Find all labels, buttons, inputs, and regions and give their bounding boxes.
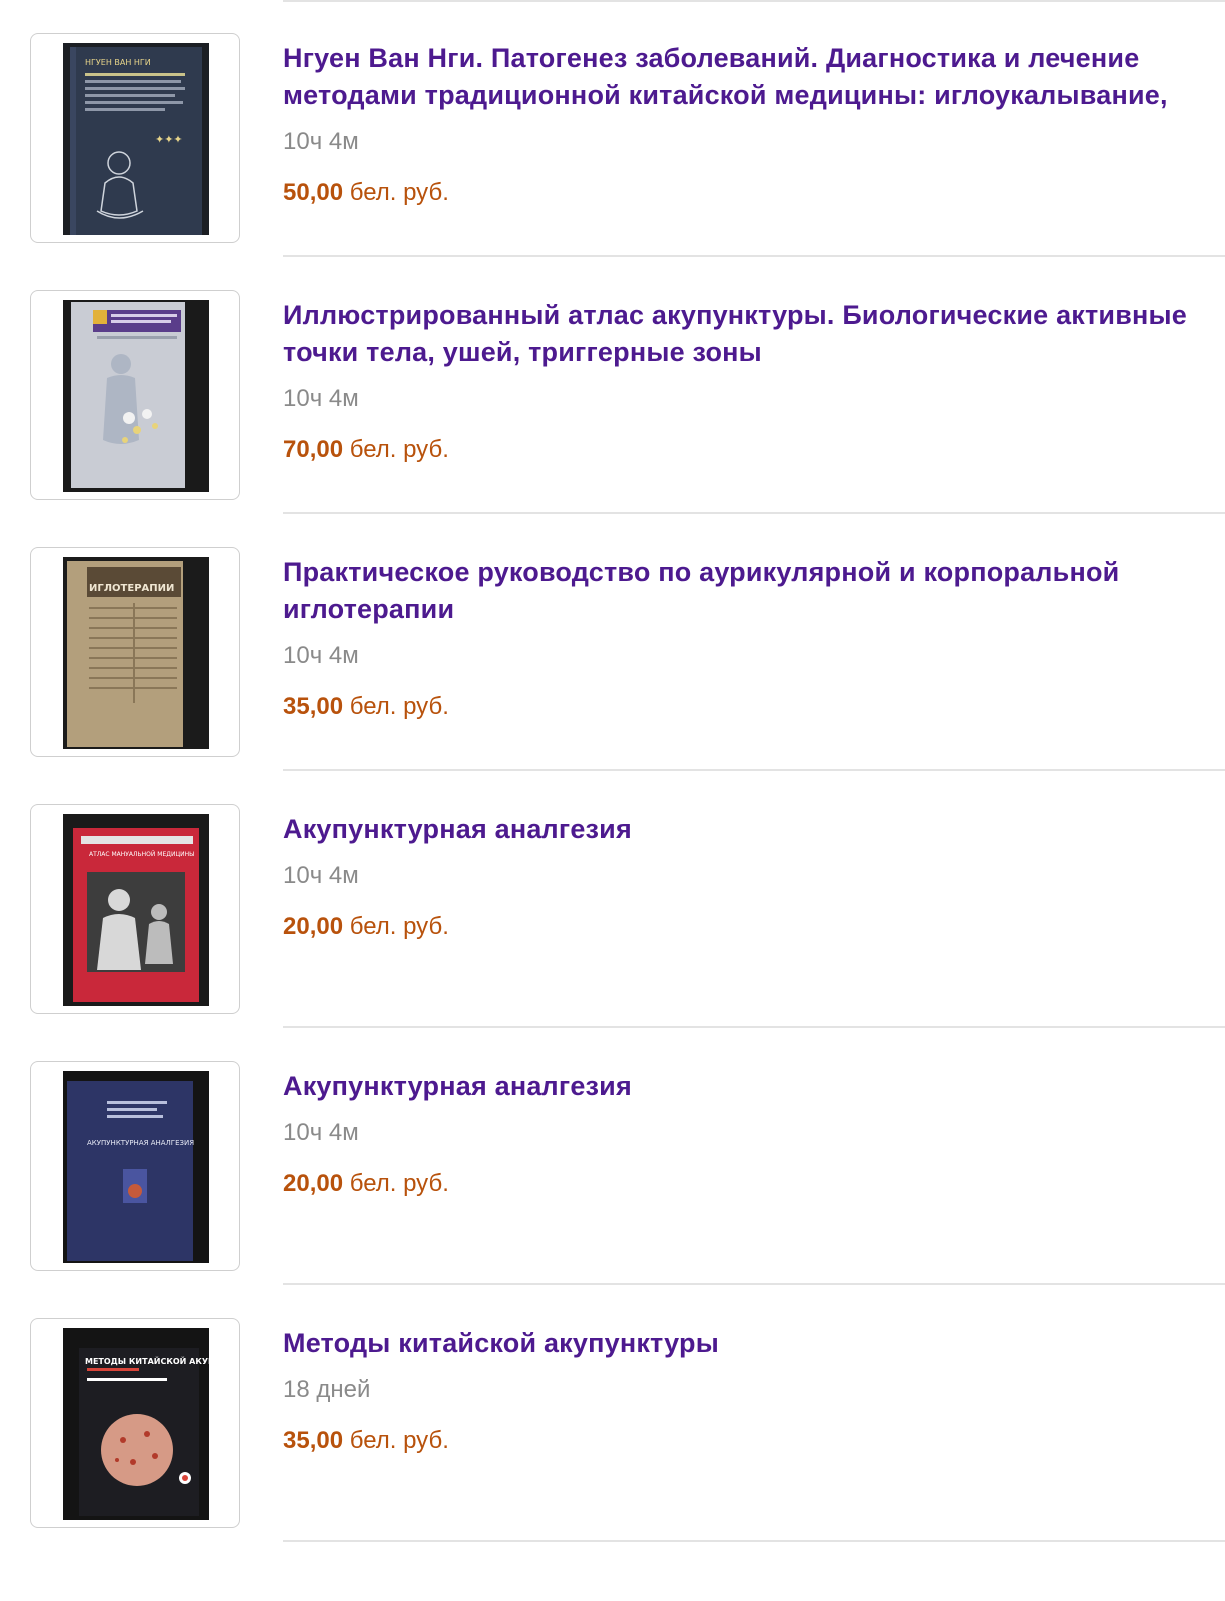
listing-title-link[interactable]: Акупунктурная аналгезия (283, 1068, 1225, 1105)
listing-details: Акупунктурная аналгезия 10ч 4м 20,00 бел… (283, 811, 1225, 942)
listing-item[interactable]: НГУЕН ВАН НГИ ✦✦✦ Нгуен Ван Нги. Патоген… (0, 0, 1225, 257)
svg-text:✦✦✦: ✦✦✦ (155, 133, 183, 146)
listing-title-link[interactable]: Методы китайской акупунктуры (283, 1325, 1225, 1362)
listing-divider (283, 1540, 1225, 1542)
listing-thumbnail[interactable]: НГУЕН ВАН НГИ ✦✦✦ (30, 33, 240, 243)
book-cover-photo (63, 300, 209, 492)
book-cover-photo: НГУЕН ВАН НГИ ✦✦✦ (63, 43, 209, 235)
listing-price: 20,00 бел. руб. (283, 912, 1225, 942)
price-currency: бел. руб. (349, 179, 449, 206)
listing-title-link[interactable]: Практическое руководство по аурикулярной… (283, 554, 1225, 628)
listing-time-left: 10ч 4м (283, 385, 359, 412)
svg-text:АКУПУНКТУРНАЯ АНАЛГЕЗИЯ: АКУПУНКТУРНАЯ АНАЛГЕЗИЯ (87, 1139, 194, 1147)
price-currency: бел. руб. (349, 436, 449, 463)
svg-text:НГУЕН ВАН НГИ: НГУЕН ВАН НГИ (85, 58, 151, 67)
price-currency: бел. руб. (349, 1170, 449, 1197)
listing-title-link[interactable]: Иллюстрированный атлас акупунктуры. Биол… (283, 297, 1225, 371)
listing-thumbnail[interactable] (30, 290, 240, 500)
listing-thumbnail[interactable]: ИГЛОТЕРАПИИ (30, 547, 240, 757)
listing-details: Акупунктурная аналгезия 10ч 4м 20,00 бел… (283, 1068, 1225, 1199)
listing-time-left: 10ч 4м (283, 1119, 359, 1146)
price-amount: 70,00 (283, 436, 344, 463)
svg-text:ИГЛОТЕРАПИИ: ИГЛОТЕРАПИИ (89, 583, 174, 594)
listing-time-left: 10ч 4м (283, 128, 359, 155)
listing-price: 35,00 бел. руб. (283, 692, 1225, 722)
price-amount: 20,00 (283, 913, 344, 940)
listing-details: Иллюстрированный атлас акупунктуры. Биол… (283, 297, 1225, 465)
listing-price: 20,00 бел. руб. (283, 1169, 1225, 1199)
price-amount: 50,00 (283, 179, 344, 206)
listing-thumbnail[interactable]: МЕТОДЫ КИТАЙСКОЙ АКУПУНКТУРЫ (30, 1318, 240, 1528)
book-cover-photo: МЕТОДЫ КИТАЙСКОЙ АКУПУНКТУРЫ (63, 1328, 209, 1520)
book-cover-photo: ИГЛОТЕРАПИИ (63, 557, 209, 749)
listing-item[interactable]: АКУПУНКТУРНАЯ АНАЛГЕЗИЯ Акупунктурная ан… (0, 1028, 1225, 1285)
listing-time-left: 10ч 4м (283, 862, 359, 889)
book-cover-photo: АКУПУНКТУРНАЯ АНАЛГЕЗИЯ (63, 1071, 209, 1263)
listing-time-left: 18 дней (283, 1376, 371, 1403)
book-cover-photo: АТЛАС МАНУАЛЬНОЙ МЕДИЦИНЫ (63, 814, 209, 1006)
listing-thumbnail[interactable]: АКУПУНКТУРНАЯ АНАЛГЕЗИЯ (30, 1061, 240, 1271)
listing-item[interactable]: ИГЛОТЕРАПИИ Практическое руководство по … (0, 514, 1225, 771)
svg-text:МЕТОДЫ КИТАЙСКОЙ АКУПУНКТУРЫ: МЕТОДЫ КИТАЙСКОЙ АКУПУНКТУРЫ (85, 1355, 209, 1366)
listing-time-left: 10ч 4м (283, 642, 359, 669)
listing-item[interactable]: МЕТОДЫ КИТАЙСКОЙ АКУПУНКТУРЫ Методы кита… (0, 1285, 1225, 1542)
listing-item[interactable]: Иллюстрированный атлас акупунктуры. Биол… (0, 257, 1225, 514)
listing-price: 50,00 бел. руб. (283, 178, 1225, 208)
price-amount: 35,00 (283, 693, 344, 720)
price-currency: бел. руб. (349, 693, 449, 720)
search-results-list: НГУЕН ВАН НГИ ✦✦✦ Нгуен Ван Нги. Патоген… (0, 0, 1225, 1542)
listing-item[interactable]: АТЛАС МАНУАЛЬНОЙ МЕДИЦИНЫ Акупунктурная … (0, 771, 1225, 1028)
listing-price: 70,00 бел. руб. (283, 435, 1225, 465)
price-amount: 35,00 (283, 1427, 344, 1454)
price-amount: 20,00 (283, 1170, 344, 1197)
price-currency: бел. руб. (349, 913, 449, 940)
svg-text:АТЛАС МАНУАЛЬНОЙ МЕДИЦИНЫ: АТЛАС МАНУАЛЬНОЙ МЕДИЦИНЫ (89, 851, 194, 858)
listing-details: Нгуен Ван Нги. Патогенез заболеваний. Ди… (283, 40, 1225, 208)
listing-title-link[interactable]: Нгуен Ван Нги. Патогенез заболеваний. Ди… (283, 40, 1225, 114)
listing-details: Практическое руководство по аурикулярной… (283, 554, 1225, 722)
listing-thumbnail[interactable]: АТЛАС МАНУАЛЬНОЙ МЕДИЦИНЫ (30, 804, 240, 1014)
listing-price: 35,00 бел. руб. (283, 1426, 1225, 1456)
price-currency: бел. руб. (349, 1427, 449, 1454)
listing-details: Методы китайской акупунктуры 18 дней 35,… (283, 1325, 1225, 1456)
listing-title-link[interactable]: Акупунктурная аналгезия (283, 811, 1225, 848)
